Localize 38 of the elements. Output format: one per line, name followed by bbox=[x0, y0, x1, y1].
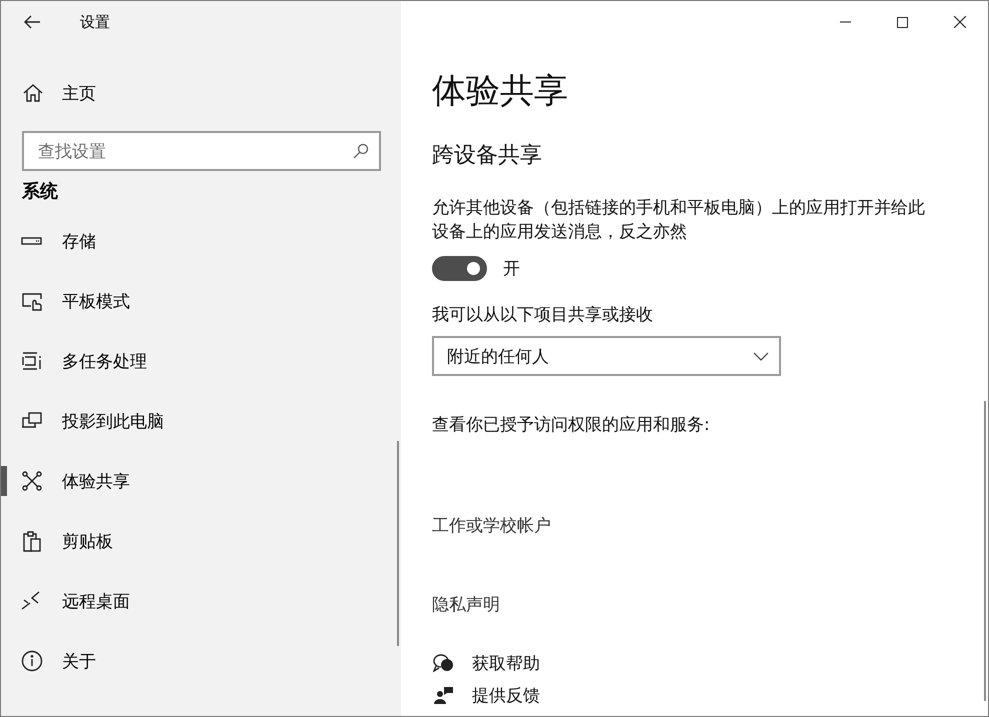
description-text: 允许其他设备（包括链接的手机和平板电脑）上的应用打开并给此设备上的应用发送消息，反之亦然 bbox=[432, 197, 926, 244]
privacy-link[interactable]: 隐私声明 bbox=[432, 593, 500, 617]
scrollbar[interactable] bbox=[397, 441, 399, 646]
clipboard-icon bbox=[21, 530, 43, 552]
multitask-icon bbox=[21, 350, 43, 372]
share-nodes-icon bbox=[21, 470, 43, 492]
feedback-person-icon bbox=[433, 685, 455, 705]
home-item[interactable]: 主页 bbox=[1, 73, 401, 113]
maximize-icon bbox=[897, 16, 908, 28]
home-icon bbox=[22, 82, 44, 104]
minimize-icon bbox=[840, 21, 851, 23]
sidebar-item[interactable]: 投影到此电脑 bbox=[1, 391, 401, 451]
search-field[interactable]: 查找设置 bbox=[22, 131, 381, 171]
sidebar-item[interactable]: 多任务处理 bbox=[1, 331, 401, 391]
search-icon bbox=[353, 143, 369, 159]
dropdown[interactable]: 附近的任何人 bbox=[432, 336, 781, 376]
section-heading: 跨设备共享 bbox=[432, 142, 543, 170]
field-label: 我可以从以下项目共享或接收 bbox=[432, 304, 654, 327]
sidebar-item[interactable]: 存储 bbox=[1, 211, 401, 271]
toggle-label: 开 bbox=[503, 258, 520, 280]
sidebar-item[interactable]: 剪贴板 bbox=[1, 511, 401, 571]
window-title: 设置 bbox=[80, 12, 110, 32]
sidebar-item[interactable]: 远程桌面 bbox=[1, 571, 401, 631]
account-link[interactable]: 工作或学校帐户 bbox=[432, 514, 551, 538]
sidebar-item[interactable]: 关于 bbox=[1, 631, 401, 691]
scrollbar[interactable] bbox=[984, 401, 986, 701]
sidebar-item[interactable]: 体验共享 bbox=[1, 451, 401, 511]
section-text: 查看你已授予访问权限的应用和服务: bbox=[432, 414, 711, 437]
help-link[interactable]: 获取帮助 bbox=[432, 651, 988, 675]
toggle-switch[interactable] bbox=[432, 256, 487, 281]
info-icon bbox=[21, 650, 43, 672]
close-icon bbox=[954, 16, 966, 28]
help-chat-icon bbox=[433, 653, 455, 673]
sidebar-item[interactable]: 平板模式 bbox=[1, 271, 401, 331]
help-link[interactable]: 提供反馈 bbox=[432, 683, 988, 707]
section-heading: 系统 bbox=[20, 180, 59, 204]
page-title: 体验共享 bbox=[432, 70, 569, 113]
chevron-down-icon bbox=[753, 352, 769, 360]
